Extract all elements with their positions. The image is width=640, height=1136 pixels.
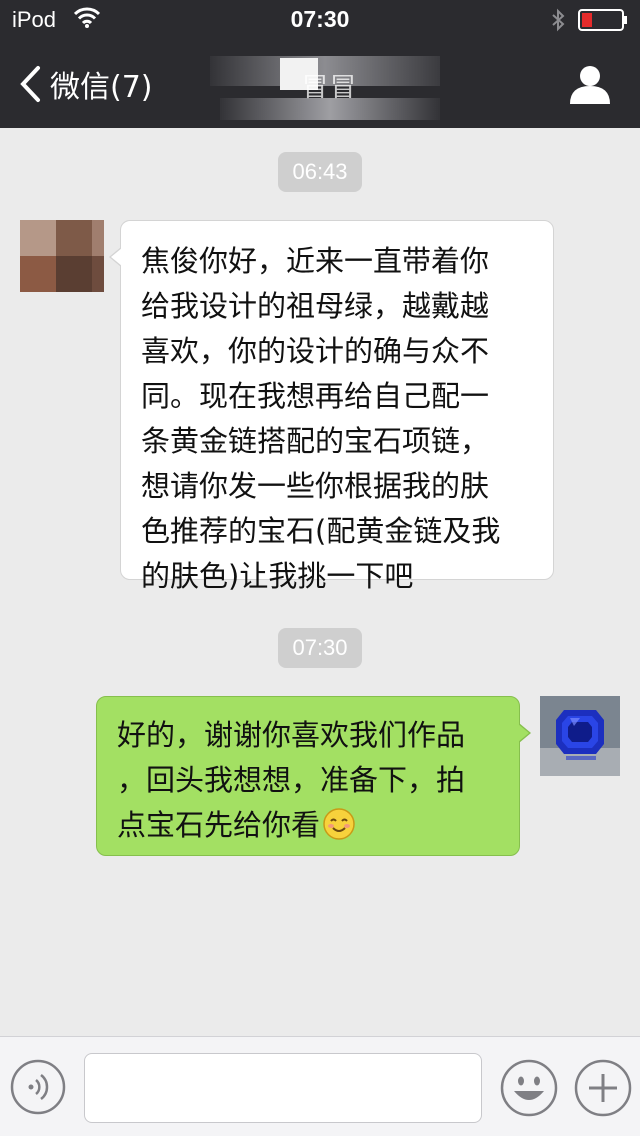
timestamp: 07:30 <box>278 628 362 668</box>
input-bar <box>0 1036 640 1136</box>
battery-icon <box>578 9 627 31</box>
incoming-message-bubble[interactable]: 焦俊你好，近来一直带着你 给我设计的祖母绿，越戴越 喜欢，你的设计的确与众不 同… <box>109 220 554 593</box>
message-line: 同。现在我想再给自己配一 <box>141 379 490 413</box>
voice-icon[interactable] <box>10 1059 66 1115</box>
message-input[interactable] <box>84 1053 482 1123</box>
back-button[interactable]: 微信(7) <box>18 62 153 106</box>
message-line: 的肤色)让我挑一下吧 <box>141 559 414 593</box>
message-line: 点宝石先给你看 <box>117 808 321 842</box>
chat-title-text: 冒冒 <box>301 72 358 103</box>
message-line-with-emoji: 点宝石先给你看 <box>117 803 505 848</box>
my-avatar[interactable] <box>540 696 620 776</box>
message-line: 条黄金链搭配的宝石项链， <box>141 424 490 458</box>
message-line: 给我设计的祖母绿，越戴越 <box>141 289 490 323</box>
smile-emoji-icon <box>323 808 355 840</box>
message-line: 想请你发一些你根据我的肤 <box>141 469 490 503</box>
plus-icon[interactable] <box>574 1059 632 1117</box>
gemstone-avatar-image <box>540 696 620 776</box>
message-line: 焦俊你好，近来一直带着你 <box>141 244 490 278</box>
message-line: 色推荐的宝石(配黄金链及我 <box>141 514 501 548</box>
outgoing-message-bubble[interactable]: 好的，谢谢你喜欢我们作品 ，回头我想想，准备下，拍 点宝石先给你看 <box>96 696 531 856</box>
bluetooth-icon <box>552 8 565 32</box>
chat-title: 冒冒 <box>210 50 450 120</box>
message-line: ，回头我想想，准备下，拍 <box>117 763 466 797</box>
profile-icon[interactable] <box>568 64 612 104</box>
back-label: 微信(7) <box>50 70 153 105</box>
status-bar: iPod 07:30 <box>0 0 640 40</box>
contact-avatar[interactable] <box>20 220 104 304</box>
chevron-left-icon <box>20 66 40 102</box>
message-line: 好的，谢谢你喜欢我们作品 <box>117 718 466 752</box>
clock: 07:30 <box>290 6 350 32</box>
emoji-icon[interactable] <box>500 1059 558 1117</box>
message-line: 喜欢，你的设计的确与众不 <box>141 334 490 368</box>
nav-bar: 微信(7) 冒冒 <box>0 40 640 128</box>
timestamp: 06:43 <box>278 152 362 192</box>
